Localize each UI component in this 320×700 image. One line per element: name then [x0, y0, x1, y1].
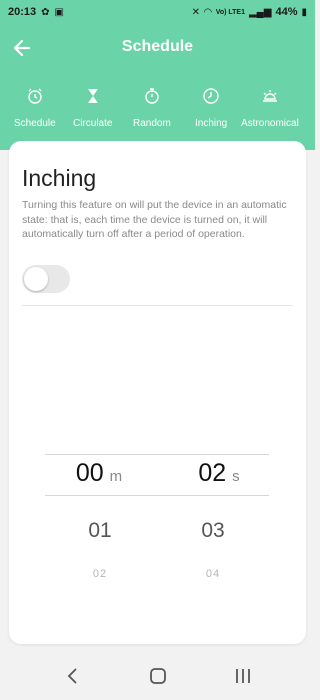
seconds-unit: s	[232, 468, 240, 485]
picker-line-top	[45, 454, 269, 455]
card-description: Turning this feature on will put the dev…	[22, 199, 287, 240]
inching-toggle[interactable]	[22, 265, 70, 293]
status-right: ✕ ◠ Vo) LTE1 ▂▄▆ 44% ▮	[192, 6, 307, 18]
feature-tabs: n Schedule Circulate Random Inching	[0, 86, 315, 136]
hourglass-icon	[83, 86, 103, 106]
minutes-next-value: 01	[88, 519, 112, 542]
time-picker[interactable]: 00 m 01 02 02 s 03 04	[45, 454, 269, 594]
nav-home-icon[interactable]	[138, 661, 178, 691]
settings-notification-icon: ✿	[41, 6, 50, 18]
tab-inching[interactable]: Inching	[195, 86, 227, 129]
clock-icon	[201, 86, 221, 106]
seconds-column[interactable]: 02 s	[169, 459, 269, 488]
toggle-knob	[24, 267, 48, 291]
minutes-next2[interactable]: 02	[50, 564, 150, 582]
minutes-next[interactable]: 01	[50, 519, 150, 543]
inching-card: Inching Turning this feature on will put…	[9, 141, 306, 644]
nav-recents-icon[interactable]	[223, 661, 263, 691]
battery-icon: ▮	[301, 6, 307, 18]
tab-circulate[interactable]: Circulate	[73, 86, 112, 129]
tab-astronomical[interactable]: Astronomical	[241, 86, 299, 129]
status-time: 20:13	[8, 6, 37, 18]
minutes-next2-value: 02	[92, 568, 108, 580]
status-left: 20:13 ✿ ▣	[8, 6, 64, 18]
seconds-next2-value: 04	[205, 568, 221, 580]
seconds-next[interactable]: 03	[163, 519, 263, 543]
tab-label: Schedule	[14, 118, 56, 129]
minutes-column[interactable]: 00 m	[49, 459, 149, 488]
tab-schedule[interactable]: Schedule	[14, 86, 56, 129]
page-title: Schedule	[121, 38, 194, 55]
sun-icon	[260, 86, 280, 106]
card-title: Inching	[22, 165, 97, 191]
seconds-selected: 02	[198, 459, 227, 487]
battery-level: 44%	[275, 6, 298, 18]
minutes-unit: m	[109, 468, 123, 485]
tab-partial-left[interactable]: n	[0, 86, 6, 129]
status-bar: 20:13 ✿ ▣ ✕ ◠ Vo) LTE1 ▂▄▆ 44% ▮	[0, 0, 315, 24]
alarm-clock-icon	[25, 86, 45, 106]
system-nav-bar	[0, 652, 315, 700]
network-label: Vo) LTE1	[215, 8, 245, 16]
stopwatch-icon	[142, 86, 162, 106]
mute-icon: ✕	[191, 6, 200, 18]
partial-tab-icon	[0, 86, 6, 106]
wifi-icon: ◠	[203, 6, 212, 18]
signal-icon: ▂▄▆	[248, 6, 272, 18]
minutes-selected: 00	[75, 459, 104, 487]
tab-label: Random	[133, 118, 171, 129]
tab-label: Circulate	[73, 118, 113, 129]
tab-label: Astronomical	[241, 118, 299, 129]
app-header: Schedule n Schedule Circulate Random	[0, 24, 315, 150]
picker-line-bottom	[45, 495, 269, 496]
message-notification-icon: ▣	[54, 6, 64, 18]
tab-label: Inching	[195, 118, 228, 129]
seconds-next2[interactable]: 04	[163, 564, 263, 582]
tab-random[interactable]: Random	[133, 86, 171, 129]
nav-back-icon[interactable]	[53, 661, 93, 691]
seconds-next-value: 03	[201, 519, 225, 542]
divider	[22, 305, 293, 306]
